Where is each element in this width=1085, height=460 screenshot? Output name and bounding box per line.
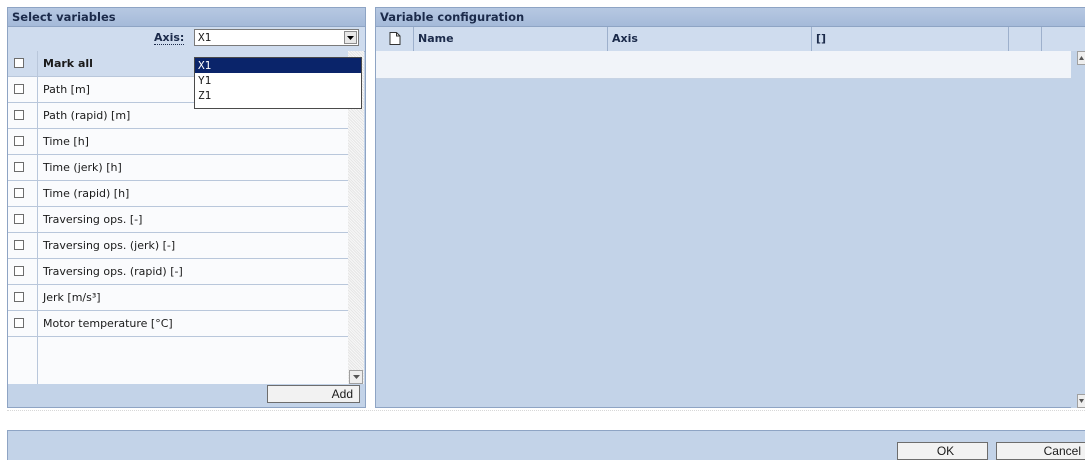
variable-checkbox[interactable] (14, 136, 24, 146)
axis-option[interactable]: X1 (195, 58, 361, 73)
column-extra (1009, 27, 1042, 51)
config-scrollbar[interactable] (1071, 51, 1085, 408)
column-axis[interactable]: Axis (608, 27, 812, 51)
chevron-down-icon[interactable] (344, 31, 357, 44)
variable-checkbox[interactable] (14, 84, 24, 94)
variable-checkbox[interactable] (14, 162, 24, 172)
list-item[interactable]: Time [h] (8, 129, 348, 155)
variable-label: Path (rapid) [m] (43, 109, 131, 122)
variable-checkbox[interactable] (14, 266, 24, 276)
scroll-up-icon[interactable] (1077, 51, 1085, 65)
mark-all-label: Mark all (43, 57, 93, 70)
add-button[interactable]: Add (267, 385, 360, 403)
variable-label: Time (rapid) [h] (43, 187, 130, 200)
variable-checkbox[interactable] (14, 318, 24, 328)
axis-label: Axis: (154, 31, 185, 45)
cancel-button[interactable]: Cancel (996, 442, 1085, 460)
config-table-header: Name Axis [] (376, 27, 1085, 52)
variable-checkbox[interactable] (14, 110, 24, 120)
column-unit[interactable]: [] (812, 27, 1009, 51)
variable-checkbox[interactable] (14, 292, 24, 302)
list-item[interactable]: Traversing ops. (rapid) [-] (8, 259, 348, 285)
list-item[interactable]: Motor temperature [°C] (8, 311, 348, 337)
axis-option[interactable]: Y1 (195, 73, 361, 88)
scroll-down-icon[interactable] (1077, 394, 1085, 408)
select-variables-title: Select variables (8, 8, 365, 27)
list-item[interactable]: Jerk [m/s³] (8, 285, 348, 311)
variable-configuration-panel: Variable configuration Name Axis [] (375, 7, 1085, 408)
variable-checkbox[interactable] (14, 188, 24, 198)
variable-label: Path [m] (43, 83, 90, 96)
variable-checkbox[interactable] (14, 240, 24, 250)
variable-label: Time (jerk) [h] (43, 161, 122, 174)
list-item[interactable]: Traversing ops. (jerk) [-] (8, 233, 348, 259)
dialog-button-bar: OK Cancel (7, 430, 1085, 460)
variable-label: Traversing ops. (jerk) [-] (43, 239, 176, 252)
axis-select[interactable]: X1 (194, 29, 359, 46)
select-variables-panel: Select variables Axis: X1 Mark all Path … (7, 7, 366, 408)
column-name[interactable]: Name (414, 27, 608, 51)
document-icon[interactable] (376, 27, 414, 51)
list-item[interactable]: Traversing ops. [-] (8, 207, 348, 233)
axis-option[interactable]: Z1 (195, 88, 361, 103)
axis-row: Axis: X1 (8, 27, 365, 52)
variable-label: Motor temperature [°C] (43, 317, 173, 330)
mark-all-checkbox[interactable] (14, 58, 24, 68)
column-extra (1042, 27, 1085, 51)
variable-label: Traversing ops. [-] (43, 213, 143, 226)
scroll-down-icon[interactable] (349, 370, 363, 384)
list-item-empty (8, 337, 348, 384)
list-item[interactable]: Time (jerk) [h] (8, 155, 348, 181)
axis-select-value: X1 (198, 31, 212, 44)
variable-label: Traversing ops. (rapid) [-] (43, 265, 183, 278)
ok-button[interactable]: OK (897, 442, 988, 460)
variable-label: Jerk [m/s³] (43, 291, 101, 304)
variable-label: Time [h] (43, 135, 89, 148)
config-table-row (376, 51, 1071, 79)
axis-dropdown-list[interactable]: X1 Y1 Z1 (194, 57, 362, 109)
divider (7, 410, 1085, 421)
variable-configuration-title: Variable configuration (376, 8, 1085, 27)
variable-checkbox[interactable] (14, 214, 24, 224)
list-item[interactable]: Time (rapid) [h] (8, 181, 348, 207)
